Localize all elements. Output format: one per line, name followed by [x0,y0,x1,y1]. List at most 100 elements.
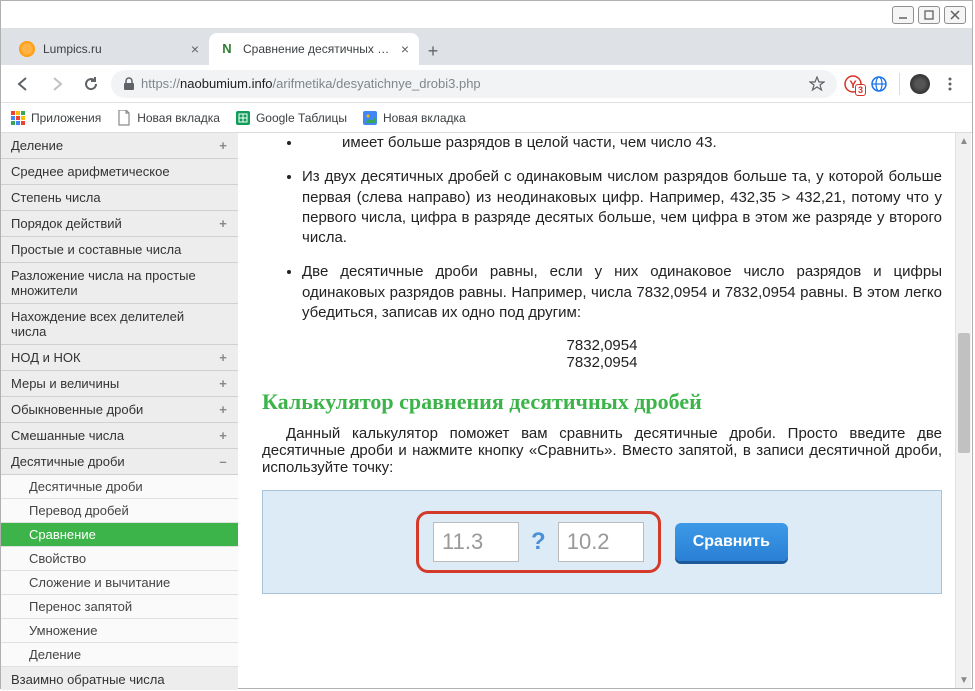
sidebar-item-label: Порядок действий [11,216,122,231]
address-bar[interactable]: https://naobumium.info/arifmetika/desyat… [111,70,837,98]
expand-icon[interactable]: + [216,216,230,231]
sidebar-item-label: Среднее арифметическое [11,164,170,179]
bookmark-item[interactable]: Google Таблицы [236,111,347,125]
decimal-input-2[interactable] [558,522,644,562]
sidebar-item-label: Деление [11,138,63,153]
sidebar-sub-item[interactable]: Умножение [1,619,238,643]
sidebar-item[interactable]: Порядок действий + [1,211,238,237]
new-tab-button[interactable]: + [419,37,447,65]
lock-icon [123,77,135,91]
bookmark-label: Новая вкладка [383,111,466,125]
tab-close-icon[interactable]: × [401,41,409,57]
bookmark-label: Google Таблицы [256,111,347,125]
scroll-down-icon[interactable]: ▼ [956,672,972,688]
window-maximize-button[interactable] [918,6,940,24]
decimal-input-1[interactable] [433,522,519,562]
apps-button[interactable]: Приложения [11,111,101,125]
collapse-icon[interactable]: – [216,454,230,469]
browser-toolbar: https://naobumium.info/arifmetika/desyat… [1,65,972,103]
sidebar-sub-item-active[interactable]: Сравнение [1,523,238,547]
sidebar-item[interactable]: Обыкновенные дроби + [1,397,238,423]
sidebar-item-decimal[interactable]: Десятичные дроби – [1,449,238,475]
sidebar-item[interactable]: Взаимно обратные числа [1,667,238,690]
toolbar-separator [899,73,900,95]
sidebar-item[interactable]: Меры и величины + [1,371,238,397]
sidebar-item-label: Взаимно обратные числа [11,672,165,687]
sidebar-sub-item[interactable]: Сложение и вычитание [1,571,238,595]
sidebar-sub-label: Деление [29,647,81,662]
badge-count: 3 [855,84,866,96]
bookmark-item[interactable]: Новая вкладка [117,110,220,126]
sidebar-item-label: Простые и составные числа [11,242,181,257]
expand-icon[interactable]: + [216,402,230,417]
compare-result-icon: ? [531,528,546,556]
sidebar-item[interactable]: Деление + [1,133,238,159]
sidebar-item[interactable]: НОД и НОК+ [1,345,238,371]
bookmark-label: Новая вкладка [137,111,220,125]
main-content[interactable]: имеет больше разрядов в целой части, чем… [238,133,972,690]
expand-icon[interactable]: + [216,138,230,153]
scroll-up-icon[interactable]: ▲ [956,133,972,149]
compare-button[interactable]: Сравнить [675,523,788,561]
bookmark-item[interactable]: Новая вкладка [363,111,466,125]
expand-icon[interactable]: + [216,428,230,443]
yandex-extension-icon[interactable]: Y 3 [843,74,863,94]
profile-avatar[interactable] [910,74,930,94]
sidebar-sub-item[interactable]: Свойство [1,547,238,571]
sidebar-item[interactable]: Среднее арифметическое [1,159,238,185]
expand-icon[interactable]: + [216,350,230,365]
sidebar-item[interactable]: Нахождение всех делителей числа [1,304,238,345]
sidebar-sub-label: Перевод дробей [29,503,129,518]
sidebar-item[interactable]: Смешанные числа + [1,423,238,449]
favicon-icon [19,41,35,57]
apps-icon [11,111,25,125]
sidebar-item-label: Меры и величины [11,376,119,391]
article-bullet: имеет больше разрядов в целой части, чем… [302,133,942,153]
sidebar-item-label: Нахождение всех делителей числа [11,309,216,339]
url-text: https://naobumium.info/arifmetika/desyat… [141,76,481,91]
window-minimize-button[interactable] [892,6,914,24]
bookmark-star-icon[interactable] [809,76,825,92]
article-bullet: Две десятичные дроби равны, если у них о… [302,262,942,323]
globe-extension-icon[interactable] [869,74,889,94]
sidebar-sub-item[interactable]: Перевод дробей [1,499,238,523]
tab-label: Сравнение десятичных дробей [243,42,393,56]
nav-forward-button[interactable] [43,70,71,98]
nav-reload-button[interactable] [77,70,105,98]
sidebar-item-label: Обыкновенные дроби [11,402,143,417]
sidebar-item[interactable]: Разложение числа на простые множители [1,263,238,304]
sidebar-item-label: Степень числа [11,190,101,205]
sidebar-sub-label: Десятичные дроби [29,479,143,494]
nav-back-button[interactable] [9,70,37,98]
window-titlebar [1,1,972,29]
sheets-icon [236,111,250,125]
sidebar-item-label: Смешанные числа [11,428,124,443]
example-numbers: 7832,0954 7832,0954 [262,337,942,371]
browser-tab-lumpics[interactable]: Lumpics.ru × [9,33,209,65]
browser-tab-active[interactable]: N Сравнение десятичных дробей × [209,33,419,65]
sidebar-sub-label: Сравнение [29,527,96,542]
sidebar-sub-label: Перенос запятой [29,599,132,614]
calculator-panel: ? Сравнить [262,490,942,594]
sidebar-item-label: Разложение числа на простые множители [11,268,219,298]
sidebar-sub-item[interactable]: Десятичные дроби [1,475,238,499]
browser-menu-button[interactable] [936,70,964,98]
browser-tabstrip: Lumpics.ru × N Сравнение десятичных дроб… [1,29,972,65]
tab-close-icon[interactable]: × [191,41,199,57]
page-icon [117,110,131,126]
window-close-button[interactable] [944,6,966,24]
favicon-icon: N [219,41,235,57]
expand-icon[interactable]: + [216,376,230,391]
sidebar-item[interactable]: Простые и составные числа [1,237,238,263]
sidebar-sub-item[interactable]: Деление [1,643,238,667]
tab-label: Lumpics.ru [43,42,183,56]
sidebar-sub-label: Свойство [29,551,86,566]
scroll-thumb[interactable] [958,333,970,453]
scrollbar-vertical[interactable]: ▲ ▼ [955,133,971,688]
sidebar-item-label: Десятичные дроби [11,454,125,469]
image-icon [363,111,377,125]
calculator-intro: Данный калькулятор поможет вам сравнить … [262,425,942,476]
sidebar-nav[interactable]: Деление + Среднее арифметическое Степень … [1,133,238,690]
sidebar-sub-item[interactable]: Перенос запятой [1,595,238,619]
sidebar-item[interactable]: Степень числа [1,185,238,211]
